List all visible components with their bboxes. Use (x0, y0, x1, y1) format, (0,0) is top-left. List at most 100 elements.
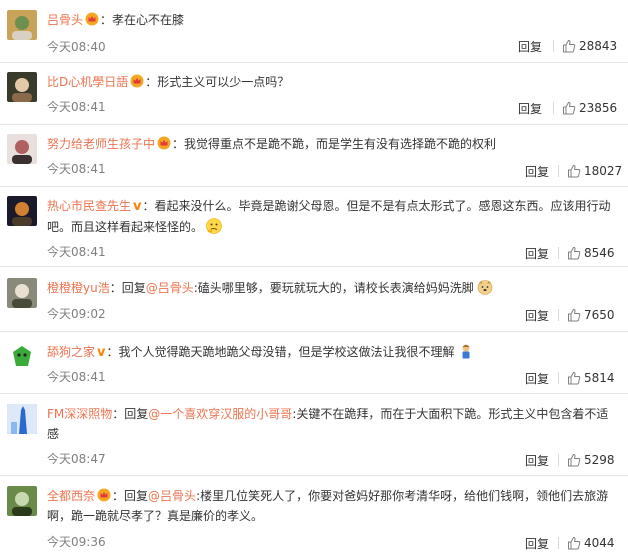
action-divider (558, 454, 559, 466)
like-count: 23856 (579, 101, 618, 115)
action-divider (558, 247, 559, 259)
thumbs-up-icon (563, 39, 576, 53)
comment-username[interactable]: 比D心机學日語 (47, 75, 128, 89)
mention-link[interactable]: @吕骨头 (146, 281, 194, 295)
user-avatar[interactable] (7, 134, 37, 164)
comment-text: 热心市民查先生 ⅴ：看起来没什么。毕竟是跪谢父母恩。但是不是有点太形式了。感恩这东… (47, 196, 618, 237)
thumbs-up-icon (563, 101, 576, 115)
comment-timestamp: 今天09:36 (47, 535, 106, 549)
user-avatar[interactable] (7, 196, 37, 226)
reply-button[interactable]: 回复 (525, 370, 549, 387)
comment-body: 形式主义可以少一点吗？ (157, 75, 290, 89)
thinking-face-icon (206, 218, 222, 234)
like-button[interactable]: 4044 (567, 536, 615, 550)
user-avatar[interactable] (7, 404, 37, 434)
thumbs-up-icon (568, 453, 581, 467)
action-divider (558, 165, 559, 177)
thumbs-up-icon (568, 536, 581, 550)
verified-v-icon: ⅴ (97, 345, 106, 360)
like-button[interactable]: 7650 (567, 308, 615, 322)
comment-text: 橙橙橙yu浩：回复@吕骨头:磕头哪里够，要玩就玩大的，请校长表演给妈妈洗脚 (47, 278, 618, 298)
like-count: 28843 (579, 39, 618, 53)
colon-separator: ： (109, 281, 122, 295)
like-button[interactable]: 28843 (562, 39, 617, 53)
colon-separator: ： (106, 345, 119, 359)
vip-crown-icon (130, 74, 144, 88)
comment-timestamp: 今天08:47 (47, 452, 106, 466)
user-avatar[interactable] (7, 486, 37, 516)
action-divider (553, 40, 554, 52)
comment-list: 吕骨头 ：孝在心不在膝 今天08:40 回复 28843 比D心机學日語 ：形式主义可以少一… (0, 0, 628, 559)
like-count: 4044 (584, 536, 615, 550)
comment-body: 我觉得重点不是跪不跪，而是学生有没有选择跪不跪的权利 (184, 137, 497, 151)
thumbs-up-icon (568, 164, 581, 178)
comment-text: 比D心机學日語 ：形式主义可以少一点吗？ (47, 72, 618, 92)
colon-separator: ： (145, 75, 158, 89)
vip-crown-icon (157, 136, 171, 150)
user-avatar[interactable] (7, 342, 37, 372)
comment-timestamp: 今天08:41 (47, 245, 106, 259)
dog-face-icon (477, 280, 493, 295)
comment-body: 看起来没什么。毕竟是跪谢父母恩。但是不是有点太形式了。感恩这东西。应该用行动吧。… (47, 199, 611, 234)
colon-separator: ： (112, 407, 125, 421)
like-count: 7650 (584, 308, 615, 322)
comment-timestamp: 今天08:41 (47, 370, 106, 384)
like-button[interactable]: 23856 (562, 101, 617, 115)
vip-crown-icon (97, 488, 111, 502)
comment-body: 我个人觉得跪天跪地跪父母没错，但是学校这做法让我很不理解 (118, 345, 455, 359)
like-button[interactable]: 8546 (567, 246, 615, 260)
comment-separator (0, 331, 628, 332)
comment-text: 吕骨头 ：孝在心不在膝 (47, 10, 618, 30)
comment-username[interactable]: 努力给老师生孩子中 (47, 137, 155, 151)
reply-button[interactable]: 回复 (525, 452, 549, 469)
like-count: 8546 (584, 246, 615, 260)
comment-separator (0, 186, 628, 187)
action-divider (558, 537, 559, 549)
comment-separator (0, 475, 628, 476)
action-divider (558, 309, 559, 321)
mention-link[interactable]: @吕骨头 (148, 489, 196, 503)
colon-separator: ： (100, 13, 113, 27)
comment-body: 回复 (124, 489, 149, 503)
colon-separator: ： (172, 137, 185, 151)
comment-text: 全都西奈 ：回复@吕骨头:楼里几位笑死人了，你要对爸妈好那你考清华呀，给他们钱啊，… (47, 486, 618, 526)
mention-link[interactable]: @一个喜欢穿汉服的小哥哥 (148, 407, 292, 421)
comment-body: :磕头哪里够，要玩就玩大的，请校长表演给妈妈洗脚 (193, 281, 474, 295)
comment-username[interactable]: 吕骨头 (47, 13, 83, 27)
colon-separator: ： (112, 489, 125, 503)
comment-separator (0, 266, 628, 267)
comment-body: 回复 (124, 407, 149, 421)
like-count: 5298 (584, 453, 615, 467)
like-button[interactable]: 18027 (567, 164, 622, 178)
reply-button[interactable]: 回复 (518, 38, 542, 55)
comment-text: 努力给老师生孩子中 ：我觉得重点不是跪不跪，而是学生有没有选择跪不跪的权利 (47, 134, 618, 154)
thumbs-up-icon (568, 371, 581, 385)
comment-username[interactable]: 全都西奈 (47, 489, 95, 503)
comment-username[interactable]: 舔狗之家 (47, 345, 95, 359)
user-avatar[interactable] (7, 278, 37, 308)
action-divider (553, 102, 554, 114)
reply-button[interactable]: 回复 (525, 307, 549, 324)
user-avatar[interactable] (7, 72, 37, 102)
reply-button[interactable]: 回复 (518, 100, 542, 117)
reply-button[interactable]: 回复 (525, 163, 549, 180)
comment-username[interactable]: FM深深照物 (47, 407, 112, 421)
comment-separator (0, 62, 628, 63)
comment-separator (0, 124, 628, 125)
comment-body: 孝在心不在膝 (112, 13, 185, 27)
colon-separator: ： (142, 199, 155, 213)
comment-timestamp: 今天08:41 (47, 100, 106, 114)
reply-button[interactable]: 回复 (525, 245, 549, 262)
reply-button[interactable]: 回复 (525, 535, 549, 552)
comment-username[interactable]: 热心市民查先生 (47, 199, 131, 213)
comment-timestamp: 今天09:02 (47, 307, 106, 321)
vip-crown-icon (85, 12, 99, 26)
comment-timestamp: 今天08:41 (47, 162, 106, 176)
comment-username[interactable]: 橙橙橙yu浩 (47, 281, 110, 295)
like-button[interactable]: 5298 (567, 453, 615, 467)
like-button[interactable]: 5814 (567, 371, 615, 385)
comment-text: FM深深照物：回复@一个喜欢穿汉服的小哥哥:关键不在跪拜，而在于大面积下跪。形式… (47, 404, 618, 444)
action-divider (558, 372, 559, 384)
like-count: 18027 (584, 164, 623, 178)
user-avatar[interactable] (7, 10, 37, 40)
